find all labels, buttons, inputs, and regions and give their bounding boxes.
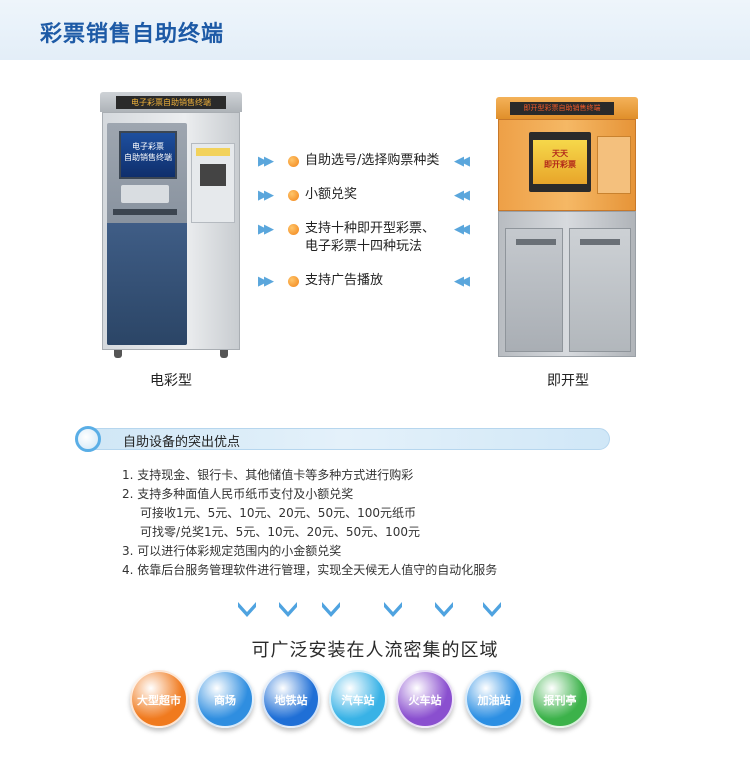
kiosk-door-right bbox=[569, 228, 631, 352]
orange-dot-icon bbox=[288, 276, 299, 287]
area-circle-train-station: 火车站 bbox=[396, 670, 454, 728]
arrow-left-icon: ◀◀ bbox=[454, 222, 470, 237]
kiosk-caption-instant: 即开型 bbox=[547, 373, 589, 389]
kiosk-keypad bbox=[200, 164, 226, 186]
chevron-down-icon bbox=[483, 602, 501, 617]
kiosk-door-left bbox=[505, 228, 563, 352]
advantage-line: 3. 可以进行体彩规定范围内的小金额兑奖 bbox=[122, 544, 342, 558]
kiosk-screen: 电子彩票 自助销售终端 bbox=[119, 131, 177, 179]
feature-item: ▶▶ 支持广告播放 ◀◀ bbox=[258, 272, 478, 292]
chevron-down-icon bbox=[279, 602, 297, 617]
kiosk-slot bbox=[121, 185, 169, 203]
arrow-right-icon: ▶▶ bbox=[258, 154, 274, 169]
bubble-icon bbox=[75, 426, 101, 452]
advantage-line: 可找零/兑奖1元、5元、10元、20元、50元、100元 bbox=[140, 525, 421, 539]
area-circle-newsstand: 报刊亭 bbox=[531, 670, 589, 728]
area-circle-bus-station: 汽车站 bbox=[329, 670, 387, 728]
kiosk-screen-line1: 电子彩票 bbox=[132, 142, 164, 151]
area-label: 商场 bbox=[214, 694, 236, 707]
kiosk-side-panel bbox=[597, 136, 631, 194]
area-circle-subway: 地铁站 bbox=[262, 670, 320, 728]
instant-lottery-kiosk-image: 即开型彩票自助销售终端 天天 即开彩票 bbox=[496, 97, 638, 363]
electronic-lottery-kiosk-image: 电子彩票自助销售终端 电子彩票 自助销售终端 bbox=[100, 92, 242, 360]
orange-dot-icon bbox=[288, 190, 299, 201]
kiosk-tray bbox=[580, 239, 620, 245]
kiosk-tray bbox=[516, 239, 556, 245]
kiosk-upper-body: 天天 即开彩票 bbox=[498, 119, 636, 211]
kiosk-foot bbox=[114, 350, 122, 358]
areas-title: 可广泛安装在人流密集的区域 bbox=[251, 640, 499, 661]
area-label: 加油站 bbox=[477, 694, 511, 707]
kiosk-front-panel: 电子彩票 自助销售终端 bbox=[107, 123, 187, 345]
advantage-line: 4. 依靠后台服务管理软件进行管理，实现全天候无人值守的自动化服务 bbox=[122, 563, 498, 577]
feature-text: 电子彩票十四种玩法 bbox=[305, 239, 423, 254]
advantage-line: 1. 支持现金、银行卡、其他储值卡等多种方式进行购彩 bbox=[122, 468, 414, 482]
chevron-down-icon bbox=[384, 602, 402, 617]
kiosk-screen-line2: 即开彩票 bbox=[544, 160, 576, 169]
area-label: 报刊亭 bbox=[543, 694, 577, 707]
area-circle-mall: 商场 bbox=[196, 670, 254, 728]
kiosk-ticket-slot bbox=[113, 209, 177, 215]
kiosk-screen-line1: 天天 bbox=[552, 149, 568, 158]
kiosk-screen: 天天 即开彩票 bbox=[533, 140, 587, 184]
arrow-left-icon: ◀◀ bbox=[454, 274, 470, 289]
kiosk-lower-body bbox=[498, 211, 636, 357]
chevron-row bbox=[0, 598, 750, 624]
kiosk-screen-frame: 天天 即开彩票 bbox=[529, 132, 591, 192]
feature-text: 支持十种即开型彩票、 bbox=[305, 221, 436, 236]
arrow-right-icon: ▶▶ bbox=[258, 274, 274, 289]
kiosk-lower-door bbox=[107, 223, 187, 345]
feature-item: ▶▶ 支持十种即开型彩票、 电子彩票十四种玩法 ◀◀ bbox=[258, 220, 478, 258]
kiosk-top: 电子彩票自助销售终端 bbox=[100, 92, 242, 112]
kiosk-sign: 电子彩票自助销售终端 bbox=[116, 96, 226, 109]
page-title: 彩票销售自助终端 bbox=[40, 22, 225, 47]
feature-text: 小额兑奖 bbox=[305, 187, 358, 202]
orange-dot-icon bbox=[288, 224, 299, 235]
advantages-list: 1. 支持现金、银行卡、其他储值卡等多种方式进行购彩 2. 支持多种面值人民币纸… bbox=[122, 466, 642, 580]
kiosk-top: 即开型彩票自助销售终端 bbox=[496, 97, 638, 119]
feature-item: ▶▶ 小额兑奖 ◀◀ bbox=[258, 186, 478, 206]
advantages-title: 自助设备的突出优点 bbox=[123, 435, 241, 450]
arrow-left-icon: ◀◀ bbox=[454, 188, 470, 203]
feature-item: ▶▶ 自助选号/选择购票种类 ◀◀ bbox=[258, 152, 478, 172]
area-label: 汽车站 bbox=[341, 694, 375, 707]
kiosk-foot bbox=[220, 350, 228, 358]
kiosk-sign: 即开型彩票自助销售终端 bbox=[510, 102, 614, 115]
feature-text: 自助选号/选择购票种类 bbox=[305, 153, 440, 168]
kiosk-feet bbox=[114, 350, 228, 358]
advantages-banner: 自助设备的突出优点 bbox=[75, 426, 610, 452]
orange-dot-icon bbox=[288, 156, 299, 167]
chevron-down-icon bbox=[435, 602, 453, 617]
area-label: 地铁站 bbox=[274, 694, 308, 707]
header-bar: 彩票销售自助终端 bbox=[0, 0, 750, 60]
feature-text: 支持广告播放 bbox=[305, 273, 384, 288]
area-label: 大型超市 bbox=[137, 694, 181, 707]
kiosk-caption-electronic: 电彩型 bbox=[150, 373, 192, 389]
arrow-right-icon: ▶▶ bbox=[258, 222, 274, 237]
kiosk-body: 电子彩票 自助销售终端 bbox=[102, 112, 240, 350]
advantage-line: 2. 支持多种面值人民币纸币支付及小额兑奖 bbox=[122, 487, 354, 501]
area-label: 火车站 bbox=[408, 694, 442, 707]
kiosk-label bbox=[196, 148, 230, 156]
chevron-down-icon bbox=[238, 602, 256, 617]
area-circle-gas-station: 加油站 bbox=[465, 670, 523, 728]
kiosk-side-panel bbox=[191, 143, 235, 223]
advantage-line: 可接收1元、5元、10元、20元、50元、100元纸币 bbox=[140, 506, 416, 520]
arrow-right-icon: ▶▶ bbox=[258, 188, 274, 203]
area-circle-supermarket: 大型超市 bbox=[130, 670, 188, 728]
chevron-down-icon bbox=[322, 602, 340, 617]
kiosk-screen-line2: 自助销售终端 bbox=[124, 153, 172, 162]
arrow-left-icon: ◀◀ bbox=[454, 154, 470, 169]
